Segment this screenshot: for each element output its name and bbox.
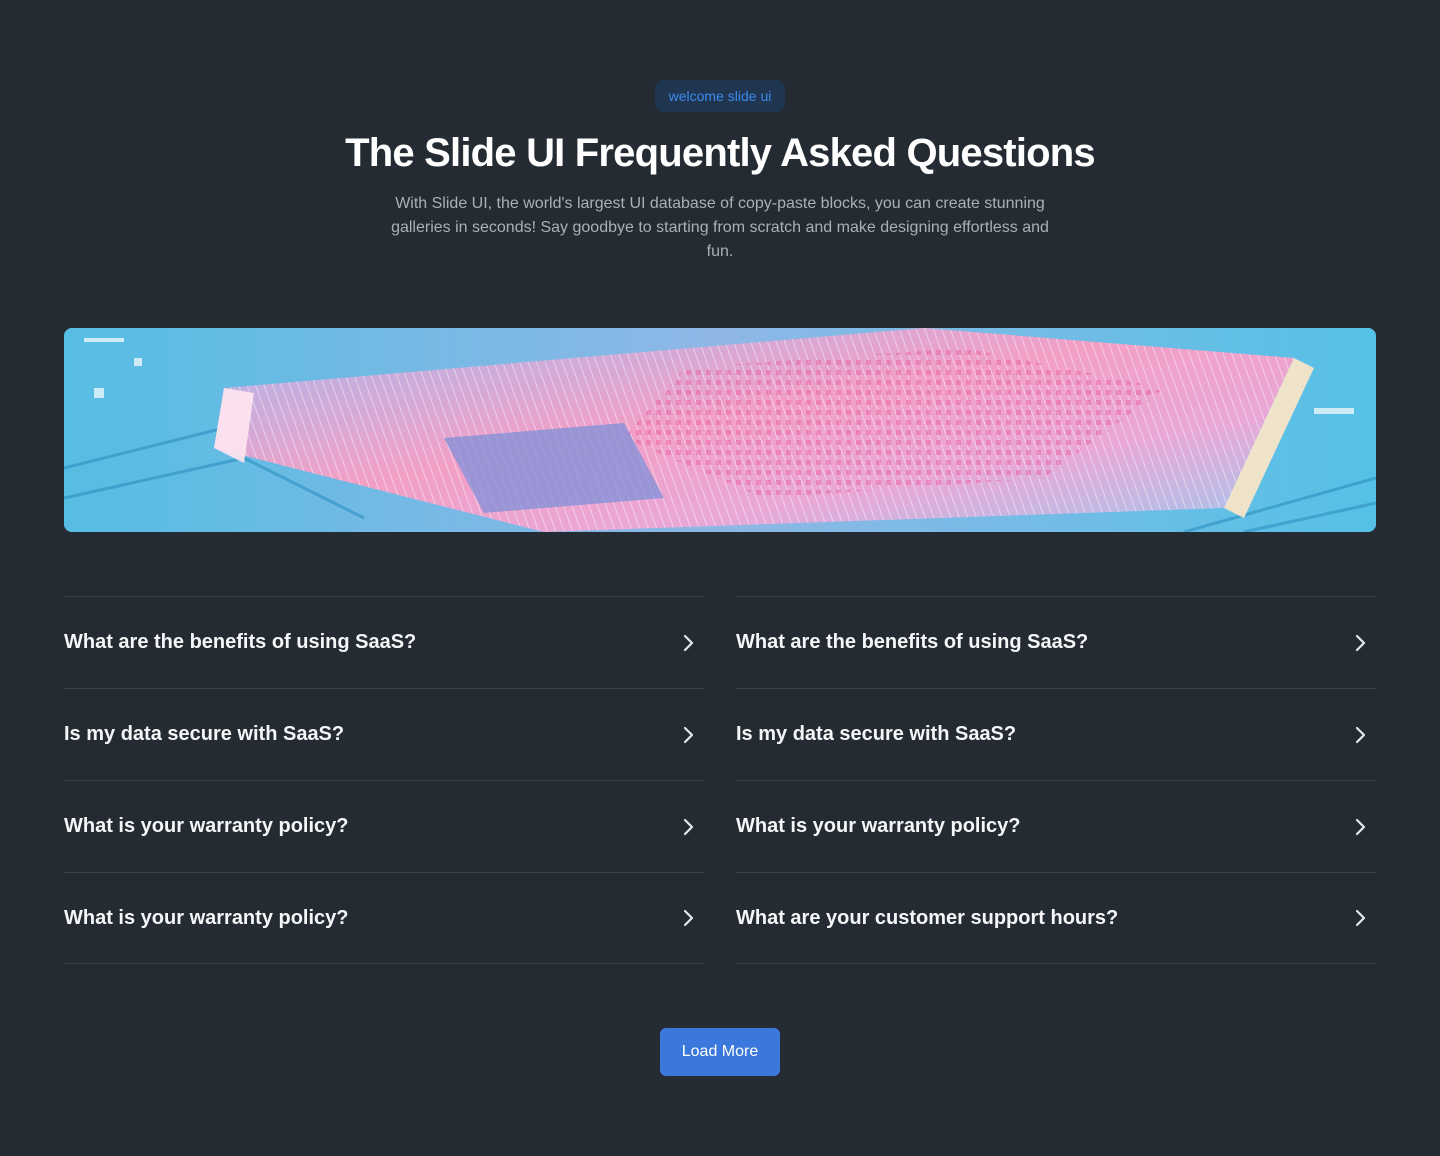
chevron-right-icon xyxy=(676,631,700,655)
chevron-right-icon xyxy=(1348,815,1372,839)
chevron-right-icon xyxy=(1348,906,1372,930)
faq-item[interactable]: Is my data secure with SaaS? xyxy=(736,688,1376,780)
hero-image xyxy=(64,328,1376,532)
faq-item[interactable]: What is your warranty policy? xyxy=(736,780,1376,872)
chevron-right-icon xyxy=(676,906,700,930)
faq-question: What are your customer support hours? xyxy=(736,906,1119,929)
load-more-button[interactable]: Load More xyxy=(660,1028,780,1076)
page-subtitle: With Slide UI, the world's largest UI da… xyxy=(391,195,1049,260)
faq-page: welcome slide ui The Slide UI Frequently… xyxy=(0,0,1440,1156)
faq-question: What is your warranty policy? xyxy=(64,906,349,929)
faq-item[interactable]: What is your warranty policy? xyxy=(64,872,704,964)
faq-column-left: What are the benefits of using SaaS? Is … xyxy=(64,596,704,964)
faq-item[interactable]: Is my data secure with SaaS? xyxy=(64,688,704,780)
page-title: The Slide UI Frequently Asked Questions xyxy=(345,131,1096,175)
faq-question: What is your warranty policy? xyxy=(64,815,349,837)
chevron-right-icon xyxy=(1348,723,1372,747)
faq-question: What are the benefits of using SaaS? xyxy=(736,631,1089,653)
faq-question: Is my data secure with SaaS? xyxy=(736,723,1017,745)
chevron-right-icon xyxy=(1348,631,1372,655)
faq-column-right: What are the benefits of using SaaS? Is … xyxy=(736,596,1376,964)
circuit-illustration-icon xyxy=(64,328,1376,532)
welcome-badge: welcome slide ui xyxy=(654,80,786,112)
faq-item[interactable]: What are the benefits of using SaaS? xyxy=(64,596,704,688)
faq-item[interactable]: What is your warranty policy? xyxy=(64,780,704,872)
faq-question: Is my data secure with SaaS? xyxy=(64,723,345,745)
chevron-right-icon xyxy=(676,723,700,747)
faq-question: What are the benefits of using SaaS? xyxy=(64,631,417,653)
faq-item[interactable]: What are the benefits of using SaaS? xyxy=(736,596,1376,688)
chevron-right-icon xyxy=(676,815,700,839)
faq-question: What is your warranty policy? xyxy=(736,815,1021,837)
faq-item[interactable]: What are your customer support hours? xyxy=(736,872,1376,964)
